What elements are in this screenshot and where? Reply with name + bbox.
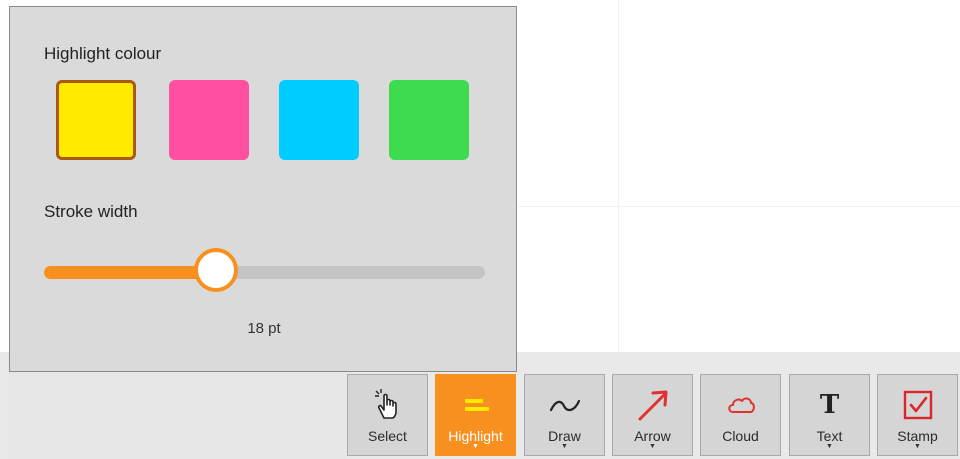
stamp-checkbox-icon [898,385,938,425]
select-tool-label: Select [368,428,407,444]
stamp-dropdown-caret-icon[interactable]: ▼ [914,443,921,450]
highlight-dropdown-caret-icon[interactable]: ▼ [472,443,479,450]
hand-pointer-icon [368,385,408,425]
highlight-tool-button[interactable]: Highlight ▼ [435,374,516,456]
text-icon: T [819,390,840,420]
stroke-width-slider-fill [44,266,216,279]
stamp-tool-button[interactable]: Stamp ▼ [877,374,958,456]
draw-dropdown-caret-icon[interactable]: ▼ [561,443,568,450]
freehand-line-icon [545,385,585,425]
stroke-width-heading: Stroke width [44,202,138,221]
cloud-tool-button[interactable]: Cloud [700,374,781,456]
highlight-colour-heading: Highlight colour [44,44,162,63]
highlight-options-popup: Highlight colour Stroke width 18 pt [9,6,517,372]
text-dropdown-caret-icon[interactable]: ▼ [826,443,833,450]
page-edge-divider [618,0,619,352]
highlighter-icon [456,385,496,425]
stroke-width-slider[interactable] [44,248,485,292]
cloud-icon [721,385,761,425]
stroke-width-slider-thumb[interactable] [193,248,238,292]
swatch-yellow[interactable] [56,80,136,160]
swatch-green[interactable] [389,80,469,160]
arrow-icon [633,385,673,425]
swatch-pink[interactable] [169,80,249,160]
select-tool-button[interactable]: Select [347,374,428,456]
arrow-dropdown-caret-icon[interactable]: ▼ [649,443,656,450]
stroke-width-value: 18 pt [247,320,281,337]
swatch-cyan[interactable] [279,80,359,160]
page-edge-divider [518,206,960,207]
cloud-tool-label: Cloud [722,428,759,444]
arrow-tool-button[interactable]: Arrow ▼ [612,374,693,456]
draw-tool-button[interactable]: Draw ▼ [524,374,605,456]
text-tool-button[interactable]: T Text ▼ [789,374,870,456]
